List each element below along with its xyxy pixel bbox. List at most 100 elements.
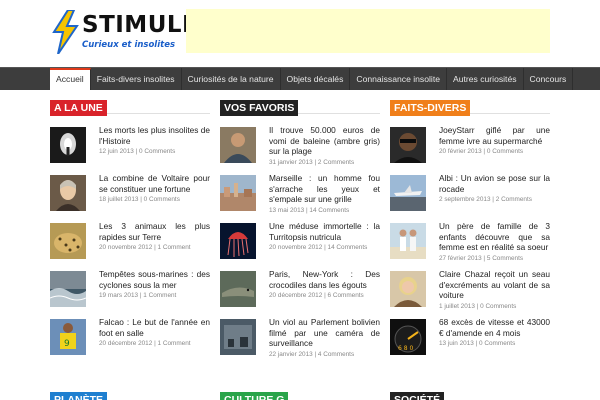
post-comments-link[interactable]: 2 Comments [318,159,354,166]
post-date: 13 juin 2013 [439,340,474,347]
post-meta: 18 juillet 2013 | 0 Comments [99,195,210,204]
post-meta: 1 juillet 2013 | 0 Comments [439,302,550,311]
section-heading-label: A LA UNE [50,100,107,116]
post-date: 20 novembre 2012 [269,244,323,251]
post-date: 18 juillet 2013 [99,196,139,203]
post-thumbnail[interactable] [390,127,426,163]
post-item: 6 8 0 68 excès de vitesse et 43000 € d'am… [390,317,550,367]
post-title-link[interactable]: Il trouve 50.000 euros de vomi de balein… [269,125,380,156]
post-thumbnail[interactable] [220,271,256,307]
post-date: 31 janvier 2013 [269,158,313,166]
post-title-link[interactable]: 68 excès de vitesse et 43000 € d'amende … [439,317,550,338]
section-heading-societe[interactable]: SOCIÉTÉ [390,390,550,400]
post-item: Un père de famille de 3 enfants découvre… [390,221,550,271]
post-thumbnail[interactable] [220,223,256,259]
nav-item-objets-decales[interactable]: Objets décalés [281,68,351,90]
post-title-link[interactable]: Les morts les plus insolites de l'Histoi… [99,125,210,146]
post-date: 20 décembre 2012 [269,292,323,299]
section-heading-label: VOS FAVORIS [220,100,299,116]
post-comments-link[interactable]: 14 Comments [328,244,368,251]
post-comments-link[interactable]: 0 Comments [480,303,516,310]
post-meta: 2 septembre 2013 | 2 Comments [439,195,550,204]
post-meta: 31 janvier 2013 | 2 Comments [269,158,380,167]
nav-item-autres-curiosites[interactable]: Autres curiosités [447,68,524,90]
post-meta: 22 janvier 2013 | 4 Comments [269,350,380,359]
site-tagline: Curieux et insolites [82,40,176,50]
post-comments-link[interactable]: 0 Comments [487,148,523,155]
post-thumbnail[interactable] [50,127,86,163]
post-title-link[interactable]: Claire Chazal reçoit un seau d'excrément… [439,269,550,300]
post-thumbnail[interactable]: 6 8 0 [390,319,426,355]
section-heading-planete[interactable]: PLANÈTE [50,390,210,400]
post-thumbnail[interactable] [390,175,426,211]
section-heading[interactable]: FAITS-DIVERS [390,98,550,116]
post-thumbnail[interactable] [220,127,256,163]
site-logo[interactable]: STIMULI Curieux et insolites [50,8,191,56]
post-meta: 19 mars 2013 | 1 Comment [99,291,210,300]
post-thumbnail[interactable] [390,223,426,259]
post-item: JoeyStarr giflé par une femme ivre au su… [390,125,550,175]
post-comments-link[interactable]: 1 Comment [158,340,191,347]
column-faits-divers: FAITS-DIVERS JoeyStarr giflé par une femm… [390,98,550,367]
post-comments-link[interactable]: 6 Comments [328,292,364,299]
post-comments-link[interactable]: 0 Comments [139,148,175,155]
post-meta: 20 décembre 2012 | 1 Comment [99,339,210,348]
post-date: 12 juin 2013 [99,148,134,155]
post-date: 22 janvier 2013 [269,350,313,358]
section-heading[interactable]: A LA UNE [50,98,210,116]
post-thumbnail[interactable] [50,223,86,259]
post-date: 13 mai 2013 [269,206,305,214]
post-meta: 13 mai 2013 | 14 Comments [269,206,380,215]
post-title-link[interactable]: Les 3 animaux les plus rapides sur Terre [99,221,210,242]
post-title-link[interactable]: JoeyStarr giflé par une femme ivre au su… [439,125,550,146]
post-comments-link[interactable]: 0 Comments [144,196,180,203]
nav-item-accueil[interactable]: Accueil [50,68,91,90]
post-title-link[interactable]: Falcao : Le but de l'année en foot en sa… [99,317,210,338]
post-comments-link[interactable]: 0 Comments [479,340,515,347]
lightning-icon [52,10,79,54]
post-thumbnail[interactable] [50,175,86,211]
post-thumbnail[interactable] [220,319,256,355]
column-vos-favoris: VOS FAVORIS Il trouve 50.000 euros de vom… [220,98,380,367]
post-item: Les 3 animaux les plus rapides sur Terre… [50,221,210,271]
svg-text:6 8 0: 6 8 0 [398,345,413,352]
svg-text:9: 9 [64,339,70,349]
post-comments-link[interactable]: 2 Comments [496,196,532,203]
post-title-link[interactable]: Une méduse immortelle : la Turritopsis n… [269,221,380,242]
post-title-link[interactable]: Un père de famille de 3 enfants découvre… [439,221,550,252]
post-date: 19 mars 2013 [99,292,139,299]
post-item: Albi : Un avion se pose sur la rocade 2 s… [390,173,550,223]
post-comments-link[interactable]: 1 Comment [143,292,176,299]
post-title-link[interactable]: Albi : Un avion se pose sur la rocade [439,173,550,194]
post-thumbnail[interactable] [220,175,256,211]
nav-item-concours[interactable]: Concours [524,68,574,90]
post-date: 20 février 2013 [439,148,482,155]
nav-item-curiosites-de-la-nature[interactable]: Curiosités de la nature [182,68,281,90]
post-item: Marseille : un homme fou s'arrache les y… [220,173,380,223]
post-thumbnail[interactable]: 9 [50,319,86,355]
post-title-link[interactable]: Marseille : un homme fou s'arrache les y… [269,173,380,204]
post-title-link[interactable]: La combine de Voltaire pour se constitue… [99,173,210,194]
nav-item-connaissance-insolite[interactable]: Connaissance insolite [350,68,447,90]
post-title-link[interactable]: Tempêtes sous-marines : des cyclones sou… [99,269,210,290]
nav-item-faits-divers-insolites[interactable]: Faits-divers insolites [91,68,182,90]
post-meta: 20 novembre 2012 | 14 Comments [269,243,380,252]
ad-banner[interactable] [186,9,550,53]
post-item: Claire Chazal reçoit un seau d'excrément… [390,269,550,319]
post-item: Les morts les plus insolites de l'Histoi… [50,125,210,175]
post-thumbnail[interactable] [50,271,86,307]
post-comments-link[interactable]: 5 Comments [487,255,523,262]
post-comments-link[interactable]: 14 Comments [309,207,349,214]
post-date: 20 décembre 2012 [99,340,153,347]
post-thumbnail[interactable] [390,271,426,307]
post-comments-link[interactable]: 4 Comments [318,351,354,358]
section-heading-culture-g[interactable]: CULTURE G [220,390,380,400]
column-a-la-une: A LA UNE Les morts les plus insolites de … [50,98,210,367]
post-title-link[interactable]: Paris, New-York : Des crocodiles dans le… [269,269,380,290]
post-item: Tempêtes sous-marines : des cyclones sou… [50,269,210,319]
post-item: Une méduse immortelle : la Turritopsis n… [220,221,380,271]
section-heading[interactable]: VOS FAVORIS [220,98,380,116]
post-date: 20 novembre 2012 [99,244,153,251]
post-comments-link[interactable]: 1 Comment [158,244,191,251]
post-title-link[interactable]: Un viol au Parlement bolivien filmé par … [269,317,380,348]
